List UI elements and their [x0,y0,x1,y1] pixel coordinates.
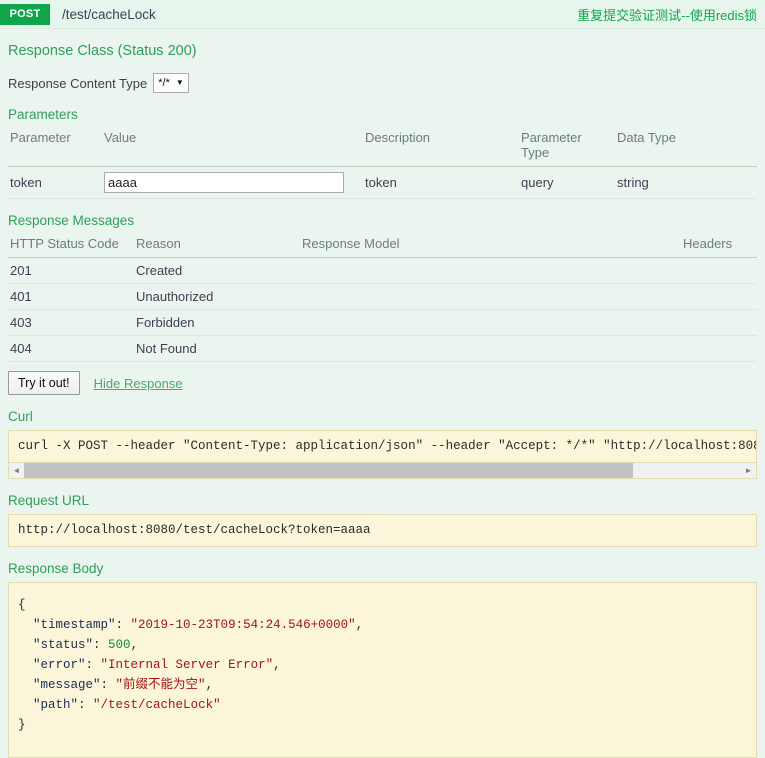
status-headers [681,309,757,336]
json-key: "path" [33,698,79,712]
json-close-brace: } [18,718,26,732]
json-key: "message" [33,678,101,692]
json-colon: : [100,678,116,692]
parameter-type: query [519,166,615,199]
table-row: 201 Created [8,257,757,284]
curl-command: curl -X POST --header "Content-Type: app… [8,430,757,462]
json-key: "status" [33,638,94,652]
http-method-badge: POST [0,3,50,25]
parameters-col-parameter: Parameter [8,128,102,167]
json-key: "timestamp" [33,618,116,632]
status-model [300,283,681,310]
request-url-title: Request URL [8,493,90,508]
table-row: 401 Unauthorized [8,283,757,310]
json-value: 500 [108,638,131,652]
response-content-type-select[interactable]: */* ▼ [153,73,189,93]
table-row: 404 Not Found [8,335,757,362]
json-value: "2019-10-23T09:54:24.546+0000" [130,618,356,632]
response-messages-header-row: HTTP Status Code Reason Response Model H… [8,234,757,258]
response-messages-table-head: HTTP Status Code Reason Response Model H… [8,234,757,258]
operation-path: /test/cacheLock [62,6,156,22]
parameters-title: Parameters [8,107,78,122]
scrollbar-thumb[interactable] [24,463,634,478]
response-messages-col-headers: Headers [681,234,757,258]
response-class-title: Response Class (Status 200) [8,43,197,59]
response-messages-col-code: HTTP Status Code [8,234,134,258]
json-colon: : [85,658,101,672]
chevron-down-icon: ▼ [175,78,184,87]
operation-header[interactable]: POST /test/cacheLock 重复提交验证测试--使用redis锁 [0,0,765,29]
parameter-type-line2: Type [521,145,550,160]
parameter-value-cell [102,166,363,199]
json-value: "前缀不能为空" [115,678,206,692]
status-headers [681,257,757,284]
status-headers [681,335,757,362]
parameter-type-line1: Parameter [521,130,582,145]
request-url-value: http://localhost:8080/test/cacheLock?tok… [8,514,757,547]
curl-horizontal-scrollbar[interactable]: ◄ ► [8,462,757,479]
scrollbar-track[interactable] [24,463,741,478]
json-open-brace: { [18,598,26,612]
table-row: 403 Forbidden [8,309,757,336]
json-comma: , [205,678,214,692]
parameter-data-type: string [615,166,757,199]
action-row: Try it out! Hide Response [8,371,757,395]
response-body-content: { "timestamp": "2019-10-23T09:54:24.546+… [8,582,757,758]
json-key: "error" [33,658,86,672]
response-messages-col-reason: Reason [134,234,300,258]
response-body-title: Response Body [8,561,104,576]
response-messages-table: HTTP Status Code Reason Response Model H… [8,234,757,362]
response-content-type-value: */* [158,77,170,89]
json-colon: : [115,618,131,632]
parameter-value-input[interactable] [104,172,344,193]
response-content-type-label: Response Content Type [8,75,148,91]
status-reason: Created [134,257,300,284]
scroll-right-arrow-icon[interactable]: ► [741,466,756,475]
status-model [300,257,681,284]
parameter-description: token [363,166,519,199]
parameters-table: Parameter Value Description Parameter Ty… [8,128,757,199]
try-it-out-button[interactable]: Try it out! [8,371,80,395]
scroll-left-arrow-icon[interactable]: ◄ [9,466,24,475]
json-comma: , [130,638,139,652]
json-value: "/test/cacheLock" [93,698,221,712]
status-code: 404 [8,335,134,362]
response-content-type-row: Response Content Type */* ▼ [8,73,757,93]
json-comma: , [273,658,281,672]
response-messages-title: Response Messages [8,213,135,228]
parameters-col-description: Description [363,128,519,167]
status-reason: Unauthorized [134,283,300,310]
hide-response-link[interactable]: Hide Response [94,376,183,391]
parameters-col-data-type: Data Type [615,128,757,167]
status-code: 403 [8,309,134,336]
status-reason: Forbidden [134,309,300,336]
parameters-col-parameter-type: Parameter Type [519,128,615,167]
response-messages-table-body: 201 Created 401 Unauthorized 403 Forbidd… [8,257,757,362]
operation-body: Response Class (Status 200) Response Con… [0,43,765,758]
curl-title: Curl [8,409,33,424]
status-code: 201 [8,257,134,284]
parameters-col-value: Value [102,128,363,167]
status-code: 401 [8,283,134,310]
parameter-name: token [8,166,102,199]
response-messages-col-model: Response Model [300,234,681,258]
json-comma: , [355,618,364,632]
parameters-header-row: Parameter Value Description Parameter Ty… [8,128,757,167]
json-colon: : [78,698,94,712]
operation-summary: 重复提交验证测试--使用redis锁 [577,7,757,23]
status-headers [681,283,757,310]
parameters-table-head: Parameter Value Description Parameter Ty… [8,128,757,167]
json-colon: : [93,638,109,652]
curl-section: curl -X POST --header "Content-Type: app… [8,430,757,479]
parameters-table-body: token token query string [8,166,757,199]
json-value: "Internal Server Error" [100,658,274,672]
status-reason: Not Found [134,335,300,362]
status-model [300,309,681,336]
table-row: token token query string [8,166,757,199]
status-model [300,335,681,362]
